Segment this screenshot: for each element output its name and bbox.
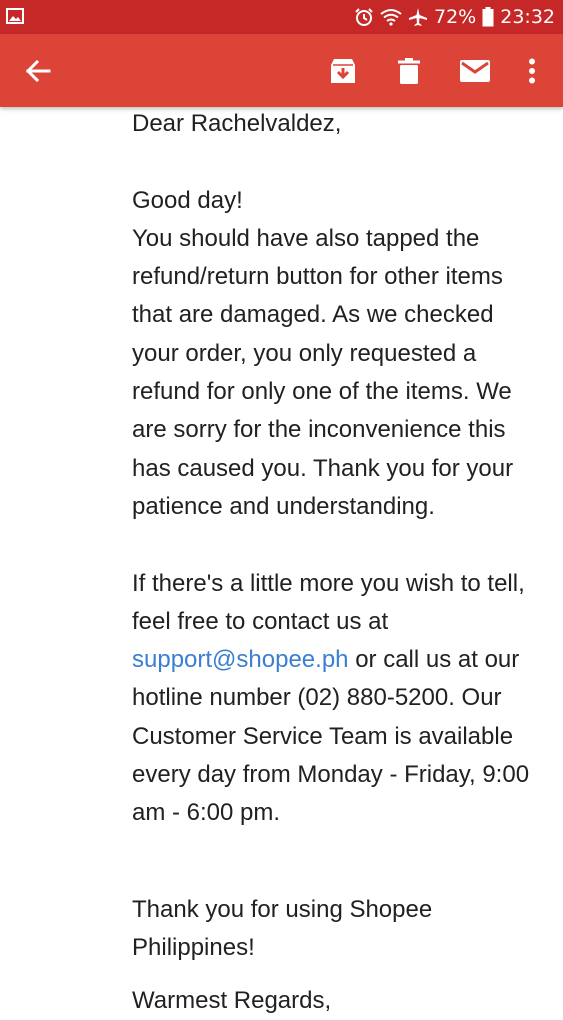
clock: 23:32: [500, 6, 555, 28]
greeting: Dear Rachelvaldez,: [132, 110, 342, 137]
paragraph-refund: You should have also tapped the refund/r…: [132, 224, 514, 520]
back-arrow-icon: [25, 59, 51, 82]
delete-button[interactable]: [386, 34, 432, 107]
archive-icon: [331, 58, 355, 83]
signoff-cut-off: Warmest Regards,: [132, 987, 332, 1014]
paragraph-contact: If there's a little more you wish to tel…: [132, 565, 542, 833]
mark-unread-button[interactable]: [452, 34, 498, 107]
more-vert-icon: [529, 58, 535, 83]
archive-button[interactable]: [320, 34, 366, 107]
airplane-icon: [409, 8, 427, 26]
alarm-icon: [355, 8, 373, 26]
back-button[interactable]: [14, 34, 62, 107]
support-email-link[interactable]: support@shopee.ph: [132, 646, 349, 673]
contact-text-after-link: or call us at our hotline number (02) 88…: [132, 646, 530, 827]
mark-unread-icon: [460, 59, 490, 82]
contact-text-before-link: If there's a little more you wish to tel…: [132, 569, 525, 635]
wifi-icon: [380, 9, 402, 26]
good-day-line: Good day!: [132, 186, 243, 214]
battery-percent: 72%: [434, 6, 477, 28]
email-body: Dear Rachelvaldez, Good day! You should …: [132, 105, 542, 967]
closing-line: Thank you for using Shopee Philippines!: [132, 895, 433, 961]
delete-icon: [398, 57, 420, 84]
more-options-button[interactable]: [512, 34, 552, 107]
status-bar: 72% 23:32: [0, 0, 563, 34]
battery-icon: [482, 7, 494, 27]
app-bar: [0, 34, 563, 107]
gallery-icon: [6, 8, 24, 24]
